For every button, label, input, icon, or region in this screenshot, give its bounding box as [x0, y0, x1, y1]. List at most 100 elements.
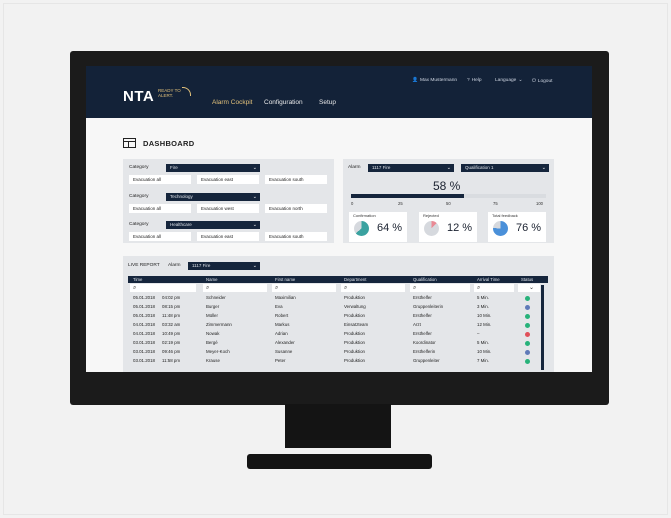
search-field-name[interactable]: ⌕ [203, 284, 267, 292]
evacuation-box[interactable]: Evacuation west [197, 204, 259, 213]
monitor-stand-base [247, 454, 432, 469]
evacuation-box[interactable]: Evacuation east [197, 175, 259, 184]
table-search-row: ⌕ ⌕ ⌕ ⌕ ⌕ ⌕ ⌄ [128, 284, 548, 292]
live-alarm-select[interactable]: 1117 Fire ⌄ [188, 262, 260, 270]
search-field-time[interactable]: ⌕ [130, 284, 196, 292]
search-field-department[interactable]: ⌕ [341, 284, 405, 292]
rejected-pie-icon [424, 221, 439, 236]
table-row[interactable]: 03.01.2018 02:19 pm Bergé Alexander Produkti… [128, 339, 548, 348]
cell-department: Verwaltung [344, 304, 366, 309]
cell-date: 04.01.2018 [133, 322, 155, 327]
search-field-qualification[interactable]: ⌕ [410, 284, 470, 292]
search-field-arrival-time[interactable]: ⌕ [474, 284, 514, 292]
evacuation-box[interactable]: Evacuation east [197, 232, 259, 241]
table-row[interactable]: 04.01.2018 03:32 am Zimmermann Markus Einsat… [128, 321, 548, 330]
column-header-department[interactable]: Department [344, 276, 366, 283]
chevron-down-icon: ⌄ [252, 194, 257, 200]
search-icon: ⌕ [413, 285, 417, 291]
chevron-down-icon: ⌄ [541, 165, 546, 171]
evacuation-box[interactable]: Evacuation south [265, 232, 327, 241]
cell-arrival-time: 7 Min. [477, 358, 489, 363]
status-icon [525, 359, 530, 364]
card-label: Rejected [423, 213, 439, 218]
language-menu[interactable]: Language ⌄ [495, 78, 524, 83]
search-icon: ⌕ [344, 285, 348, 291]
qualification-select-value: Qualification 1 [465, 165, 494, 170]
column-header-status[interactable]: Status [521, 276, 533, 283]
column-header-time[interactable]: Time [133, 276, 142, 283]
cell-date: 05.01.2018 [133, 295, 155, 300]
table-scrollbar[interactable] [541, 285, 544, 370]
column-header-qualification[interactable]: Qualification [413, 276, 437, 283]
total-feedback-pie-icon [493, 221, 508, 236]
table-row[interactable]: 04.01.2018 10:49 pm Nowak Adrian Produktion E… [128, 330, 548, 339]
category-select-healthcare[interactable]: Healthcare ⌄ [166, 221, 260, 229]
user-name: Max Mustermann [419, 78, 458, 83]
cell-department: Produktion [344, 313, 365, 318]
cell-first-name: Adrian [275, 331, 288, 336]
table-row[interactable]: 03.01.2018 09:46 pm Meyer-Koch Susanne Produ… [128, 348, 548, 357]
category-label: Category [129, 222, 149, 227]
progress-tick: 100 [536, 201, 543, 206]
column-header-arrival-time[interactable]: Arrival Time [477, 276, 500, 283]
cell-time: 02:19 pm [162, 340, 181, 345]
nav-configuration[interactable]: Configuration [264, 99, 303, 106]
alarm-select-value: 1117 Fire [372, 165, 391, 170]
cell-time: 11:58 pm [162, 358, 180, 363]
status-icon [525, 296, 530, 301]
evacuation-box[interactable]: Evacuation all [129, 232, 191, 241]
cell-first-name: Peter [275, 358, 286, 363]
nta-logo[interactable]: NTA [123, 88, 154, 105]
search-icon: ⌕ [275, 285, 279, 291]
cell-qualification: Gruppenleiter [413, 358, 440, 363]
category-select-fire[interactable]: Fire ⌄ [166, 164, 260, 172]
cell-name: Meyer-Koch [206, 349, 230, 354]
column-header-name[interactable]: Name [206, 276, 217, 283]
logout-icon: ⏻ [532, 79, 536, 84]
progress-tick: 0 [351, 201, 354, 206]
alarm-percent: 58 % [433, 179, 461, 193]
qualification-select[interactable]: Qualification 1 ⌄ [461, 164, 549, 172]
table-row[interactable]: 05.01.2018 11:48 pm Müller Robert Produktion… [128, 312, 548, 321]
nav-setup[interactable]: Setup [319, 99, 336, 106]
category-label: Category [129, 194, 149, 199]
cell-qualification: Arzt [413, 322, 421, 327]
search-icon: ⌕ [206, 285, 210, 291]
language-label: Language [495, 78, 517, 83]
confirmation-pie-icon [354, 221, 369, 236]
category-select-technology[interactable]: Technology ⌄ [166, 193, 260, 201]
table-row[interactable]: 05.01.2018 08:15 pm Burger Eva Verwaltung Gru… [128, 303, 548, 312]
screen: NTA READY TO ALERT. Alarm Cockpit Config… [86, 66, 592, 372]
progress-tick: 75 [493, 201, 498, 206]
evacuation-box[interactable]: Evacuation north [265, 204, 327, 213]
cell-first-name: Alexander [275, 340, 295, 345]
cell-qualification: Gruppenleiterin [413, 304, 444, 309]
status-filter[interactable]: ⌄ [518, 284, 540, 292]
status-icon [525, 323, 530, 328]
top-navigation-bar: NTA READY TO ALERT. Alarm Cockpit Config… [86, 66, 592, 118]
cell-qualification: Ersthelfer [413, 331, 432, 336]
confirmation-card: Confirmation 64 % [349, 212, 407, 242]
search-icon: ⌕ [133, 285, 137, 291]
alarm-select[interactable]: 1117 Fire ⌄ [368, 164, 454, 172]
table-row[interactable]: 05.01.2018 04:02 pm Schneider Maximilian Pro… [128, 294, 548, 303]
progress-tick: 50 [446, 201, 451, 206]
cell-first-name: Susanne [275, 349, 293, 354]
table-header: Time Name First name Department Qualific… [128, 276, 548, 283]
user-menu[interactable]: 👤 Max Mustermann [412, 78, 457, 83]
logout-link[interactable]: ⏻ Logout [532, 78, 552, 84]
search-field-first-name[interactable]: ⌕ [272, 284, 336, 292]
cell-time: 10:49 pm [162, 331, 181, 336]
progress-tick: 25 [398, 201, 403, 206]
help-link[interactable]: ? Help [467, 78, 482, 83]
cell-first-name: Maximilian [275, 295, 296, 300]
cell-arrival-time: 5 Min. [477, 340, 489, 345]
evacuation-box[interactable]: Evacuation all [129, 175, 191, 184]
column-header-first-name[interactable]: First name [275, 276, 295, 283]
evacuation-box[interactable]: Evacuation south [265, 175, 327, 184]
category-label: Category [129, 165, 149, 170]
monitor-stand-neck [285, 404, 391, 448]
table-row[interactable]: 03.01.2018 11:58 pm Krause Peter Produktion G… [128, 357, 548, 366]
evacuation-box[interactable]: Evacuation all [129, 204, 191, 213]
nav-alarm-cockpit[interactable]: Alarm Cockpit [212, 99, 252, 106]
